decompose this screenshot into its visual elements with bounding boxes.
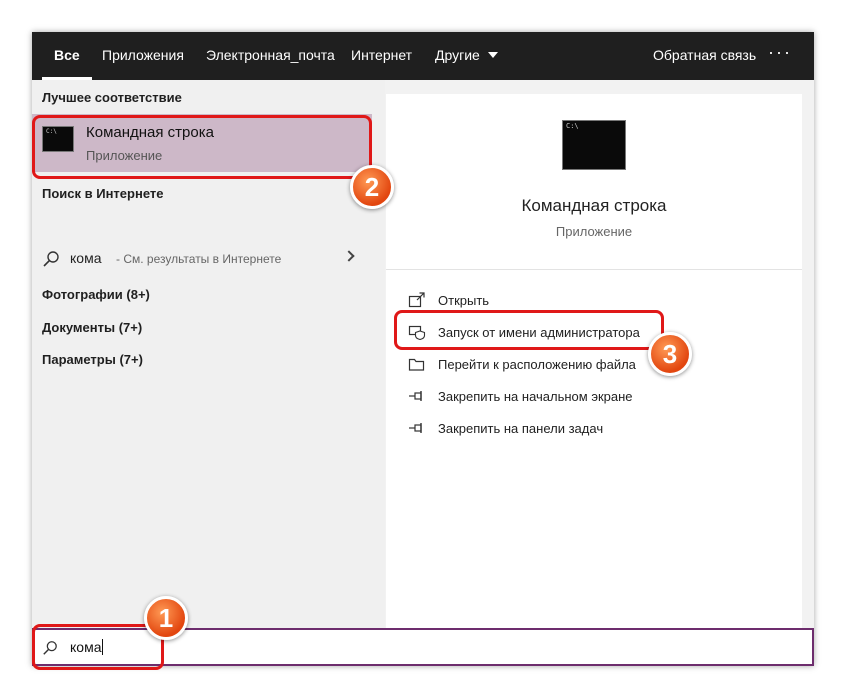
chevron-down-icon bbox=[487, 52, 498, 58]
action-open-file-location[interactable]: Перейти к расположению файла bbox=[408, 354, 788, 376]
web-search-hint: - См. результаты в Интернете bbox=[116, 252, 282, 266]
command-prompt-large-icon: C:\ bbox=[562, 120, 626, 170]
action-open[interactable]: Открыть bbox=[408, 290, 788, 312]
tab-bar: Все Приложения Электронная_почта Интерне… bbox=[32, 32, 814, 80]
category-settings[interactable]: Параметры (7+) bbox=[42, 352, 143, 367]
open-icon bbox=[408, 292, 425, 308]
tab-internet[interactable]: Интернет bbox=[351, 32, 412, 80]
web-search-title: Поиск в Интернете bbox=[42, 186, 164, 201]
preview-app-type: Приложение bbox=[555, 224, 633, 239]
more-options-icon[interactable]: ··· bbox=[768, 32, 792, 80]
preview-panel: C:\ Командная строка Приложение Открыть … bbox=[386, 94, 802, 666]
category-documents[interactable]: Документы (7+) bbox=[42, 320, 142, 335]
divider bbox=[386, 269, 802, 270]
folder-icon bbox=[408, 358, 425, 371]
best-match-title: Лучшее соответствие bbox=[42, 90, 182, 105]
tab-email[interactable]: Электронная_почта bbox=[206, 32, 335, 80]
step-badge-1: 1 bbox=[144, 596, 188, 640]
web-search-query: кома bbox=[70, 250, 102, 266]
tab-all[interactable]: Все bbox=[42, 32, 92, 80]
tab-apps[interactable]: Приложения bbox=[102, 32, 184, 80]
step-badge-3: 3 bbox=[648, 332, 692, 376]
pin-icon bbox=[409, 391, 422, 401]
highlight-run-as-admin bbox=[394, 310, 664, 350]
highlight-search-box bbox=[32, 624, 164, 670]
highlight-best-match bbox=[32, 115, 372, 179]
pin-icon bbox=[409, 423, 422, 433]
tab-other[interactable]: Другие bbox=[435, 32, 498, 80]
search-icon bbox=[43, 251, 59, 267]
web-search-result[interactable]: кома - См. результаты в Интернете bbox=[32, 243, 372, 273]
category-photos[interactable]: Фотографии (8+) bbox=[42, 287, 150, 302]
step-badge-2: 2 bbox=[350, 165, 394, 209]
feedback-button[interactable]: Обратная связь bbox=[653, 32, 756, 80]
action-pin-start[interactable]: Закрепить на начальном экране bbox=[408, 386, 788, 408]
chevron-right-icon[interactable] bbox=[343, 250, 355, 262]
action-pin-taskbar[interactable]: Закрепить на панели задач bbox=[408, 418, 788, 440]
preview-app-name: Командная строка bbox=[521, 196, 667, 215]
